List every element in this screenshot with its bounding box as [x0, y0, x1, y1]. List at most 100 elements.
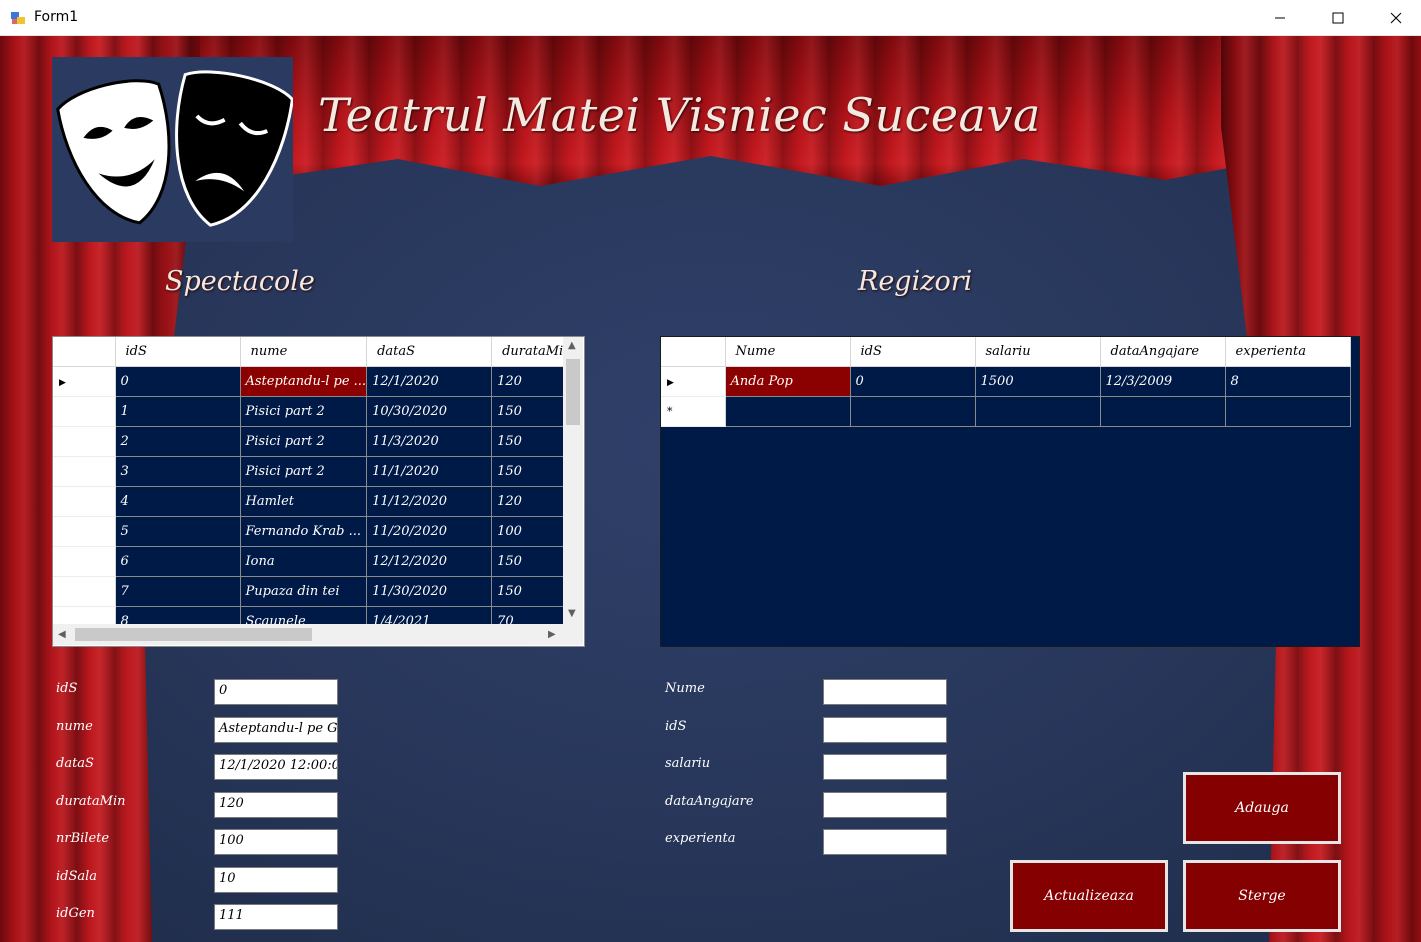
cell-datas[interactable]: 11/30/2020	[366, 576, 493, 607]
cell-datas[interactable]: 10/30/2020	[366, 396, 493, 427]
cell-nume[interactable]: Pupaza din tei	[240, 576, 368, 607]
cell-nume[interactable]: Pisici part 2	[240, 396, 368, 427]
table-row[interactable]: 1 Pisici part 2 10/30/2020 150	[53, 396, 579, 427]
table-row[interactable]: 4 Hamlet 11/12/2020 120	[53, 486, 579, 517]
cell-nume[interactable]: Anda Pop	[725, 366, 851, 397]
cell-duratamin[interactable]: 150	[491, 426, 573, 457]
cell-nume[interactable]: Asteptandu-l pe ...	[240, 366, 368, 397]
new-row-cell[interactable]	[725, 396, 851, 427]
scroll-right-arrow-icon[interactable]: ▶	[548, 630, 556, 640]
input-idgen[interactable]: 111	[214, 904, 338, 930]
table-row[interactable]: ▶ 0 Asteptandu-l pe ... 12/1/2020 120	[53, 366, 579, 397]
column-header-nume[interactable]: nume	[240, 337, 368, 367]
regizori-grid[interactable]: Nume idS salariu dataAngajare experienta…	[660, 336, 1360, 647]
sterge-button[interactable]: Sterge	[1183, 860, 1341, 932]
new-row-cell[interactable]	[850, 396, 976, 427]
column-header-ids[interactable]: idS	[850, 337, 976, 367]
new-row-cell[interactable]	[1100, 396, 1226, 427]
table-row[interactable]: 3 Pisici part 2 11/1/2020 150	[53, 456, 579, 487]
row-header[interactable]	[53, 396, 116, 427]
cell-datas[interactable]: 12/12/2020	[366, 546, 493, 577]
maximize-button[interactable]	[1309, 0, 1367, 36]
cell-nume[interactable]: Fernando Krab ...	[240, 516, 368, 547]
table-row[interactable]: 6 Iona 12/12/2020 150	[53, 546, 579, 577]
cell-ids[interactable]: 5	[115, 516, 241, 547]
cell-ids[interactable]: 0	[850, 366, 976, 397]
row-header-corner[interactable]	[661, 337, 726, 367]
column-header-nume[interactable]: Nume	[725, 337, 851, 367]
column-header-dataangajare[interactable]: dataAngajare	[1100, 337, 1226, 367]
scroll-down-arrow-icon[interactable]: ▼	[568, 609, 576, 619]
horizontal-scroll-thumb[interactable]	[75, 628, 312, 641]
row-header-corner[interactable]	[53, 337, 116, 367]
cell-datas[interactable]: 12/1/2020	[366, 366, 493, 397]
cell-datas[interactable]: 11/12/2020	[366, 486, 493, 517]
cell-dataangajare[interactable]: 12/3/2009	[1100, 366, 1226, 397]
cell-ids[interactable]: 1	[115, 396, 241, 427]
input-duratamin[interactable]: 120	[214, 791, 338, 818]
spectacole-horizontal-scrollbar[interactable]: ◀ ▶	[53, 624, 563, 645]
close-button[interactable]	[1367, 0, 1421, 36]
row-header[interactable]	[53, 426, 116, 457]
cell-ids[interactable]: 4	[115, 486, 241, 517]
cell-ids[interactable]: 6	[115, 546, 241, 577]
table-row[interactable]: ▶ Anda Pop 0 1500 12/3/2009 8	[661, 366, 1351, 397]
column-header-datas[interactable]: dataS	[366, 337, 493, 367]
input-nume[interactable]: Asteptandu-l pe Gc	[214, 716, 338, 743]
cell-datas[interactable]: 11/1/2020	[366, 456, 493, 487]
new-row[interactable]: *	[661, 396, 1351, 427]
cell-salariu[interactable]: 1500	[975, 366, 1101, 397]
column-header-duratamin[interactable]: durataMin	[491, 337, 573, 367]
cell-duratamin[interactable]: 100	[491, 516, 573, 547]
spectacole-grid[interactable]: idS nume dataS durataMin ▶ 0 Asteptandu-l …	[52, 336, 585, 647]
row-header[interactable]: ▶	[53, 366, 116, 397]
cell-duratamin[interactable]: 150	[491, 396, 573, 427]
cell-ids[interactable]: 0	[115, 366, 241, 397]
input-idsala[interactable]: 10	[214, 866, 338, 893]
cell-datas[interactable]: 11/20/2020	[366, 516, 493, 547]
new-row-cell[interactable]	[1225, 396, 1351, 427]
cell-datas[interactable]: 11/3/2020	[366, 426, 493, 457]
scroll-up-arrow-icon[interactable]: ▲	[568, 341, 576, 351]
cell-ids[interactable]: 7	[115, 576, 241, 607]
actualizeaza-button[interactable]: Actualizeaza	[1010, 860, 1168, 932]
input-nrbilete[interactable]: 100	[214, 829, 338, 855]
row-header[interactable]: ▶	[661, 366, 726, 397]
cell-ids[interactable]: 3	[115, 456, 241, 487]
adauga-button[interactable]: Adauga	[1183, 772, 1341, 844]
input-ids[interactable]	[823, 716, 947, 743]
input-salariu[interactable]	[823, 754, 947, 780]
cell-ids[interactable]: 2	[115, 426, 241, 457]
cell-duratamin[interactable]: 120	[491, 486, 573, 517]
input-dataangajare[interactable]	[823, 791, 947, 818]
cell-duratamin[interactable]: 150	[491, 546, 573, 577]
minimize-button[interactable]	[1251, 0, 1309, 36]
input-nume[interactable]	[823, 679, 947, 705]
column-header-ids[interactable]: idS	[115, 337, 241, 367]
column-header-salariu[interactable]: salariu	[975, 337, 1101, 367]
table-row[interactable]: 7 Pupaza din tei 11/30/2020 150	[53, 576, 579, 607]
vertical-scroll-thumb[interactable]	[566, 359, 580, 425]
cell-nume[interactable]: Hamlet	[240, 486, 368, 517]
cell-experienta[interactable]: 8	[1225, 366, 1351, 397]
input-ids[interactable]: 0	[214, 679, 338, 705]
new-row-header[interactable]: *	[661, 396, 726, 427]
new-row-cell[interactable]	[975, 396, 1101, 427]
row-header[interactable]	[53, 546, 116, 577]
column-header-experienta[interactable]: experienta	[1225, 337, 1351, 367]
cell-duratamin[interactable]: 150	[491, 576, 573, 607]
row-header[interactable]	[53, 456, 116, 487]
table-row[interactable]: 5 Fernando Krab ... 11/20/2020 100	[53, 516, 579, 547]
row-header[interactable]	[53, 576, 116, 607]
row-header[interactable]	[53, 516, 116, 547]
input-datas[interactable]: 12/1/2020 12:00:0	[214, 754, 338, 780]
cell-duratamin[interactable]: 120	[491, 366, 573, 397]
cell-nume[interactable]: Iona	[240, 546, 368, 577]
cell-nume[interactable]: Pisici part 2	[240, 426, 368, 457]
scroll-left-arrow-icon[interactable]: ◀	[58, 630, 66, 640]
cell-nume[interactable]: Pisici part 2	[240, 456, 368, 487]
cell-duratamin[interactable]: 150	[491, 456, 573, 487]
input-experienta[interactable]	[823, 829, 947, 855]
spectacole-vertical-scrollbar[interactable]: ▲ ▼	[563, 337, 583, 624]
row-header[interactable]	[53, 486, 116, 517]
